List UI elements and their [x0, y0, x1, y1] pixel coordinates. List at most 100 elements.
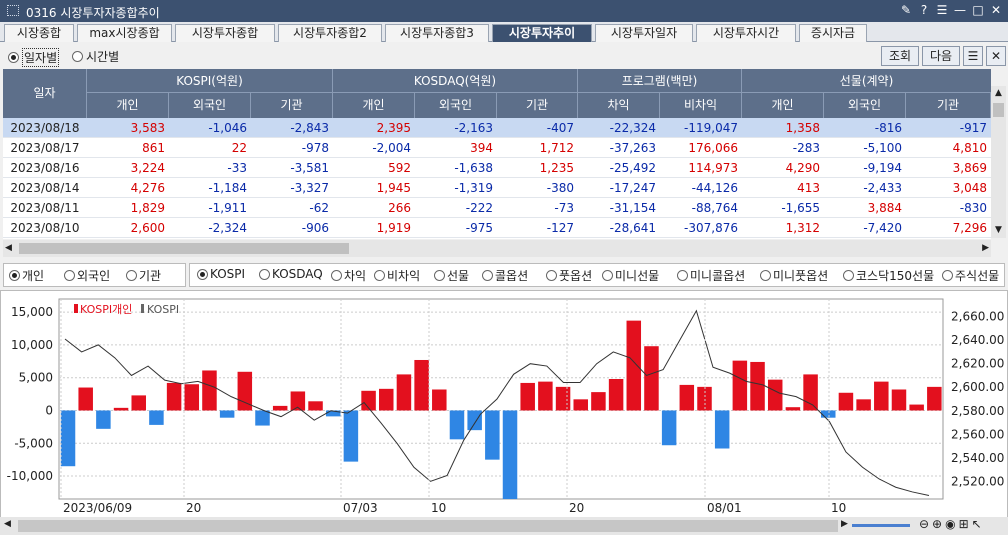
bar	[78, 387, 93, 411]
market-radio-0[interactable]: KOSPI	[197, 267, 245, 281]
market-radio-9[interactable]: 미니풋옵션	[760, 267, 828, 284]
pin-icon[interactable]: ✎	[898, 2, 914, 19]
window-menu-icon[interactable]	[7, 5, 19, 16]
options-bar	[0, 43, 1008, 68]
market-radio-2[interactable]: 차익	[331, 267, 366, 284]
value-cell: -28,641	[609, 221, 656, 235]
value-cell: 176,066	[688, 141, 738, 155]
value-cell: -407	[546, 121, 574, 135]
tab-market-invest2[interactable]: 시장투자종합2	[278, 24, 382, 42]
value-cell: 1,312	[785, 221, 820, 235]
right-tick-label: 2,580.00	[951, 404, 1004, 418]
bar	[732, 360, 748, 411]
right-tick-label: 2,620.00	[951, 357, 1004, 371]
market-radio-4[interactable]: 선물	[434, 267, 469, 284]
chart-scroll-thumb[interactable]	[18, 520, 838, 532]
table-row[interactable]: 2023/08/17 861 22 -978 -2,004 394 1,712 -37,263…	[3, 138, 991, 158]
market-radio-8[interactable]: 미니콜옵션	[677, 267, 745, 284]
market-radio-10[interactable]: 코스닥150선물	[843, 267, 934, 284]
query-button[interactable]: 조회	[881, 46, 919, 66]
bar	[821, 410, 836, 418]
bar	[608, 379, 624, 411]
chart-scroll-left-icon[interactable]: ◀	[4, 519, 11, 529]
investor-radio-institution[interactable]: 기관	[126, 267, 161, 284]
tab-market-trend[interactable]: 시장투자추이	[492, 24, 592, 42]
tab-market-funds[interactable]: 증시자금	[799, 24, 867, 42]
scroll-left-icon[interactable]: ◀	[5, 243, 12, 253]
bar	[113, 407, 129, 411]
list-icon[interactable]: ☰	[963, 46, 983, 66]
tab-market-date[interactable]: 시장투자일자	[595, 24, 693, 42]
tab-market-invest3[interactable]: 시장투자종합3	[385, 24, 489, 42]
left-tick-label: -5,000	[14, 436, 53, 450]
table-row[interactable]: 2023/08/10 2,600 -2,324 -906 1,919 -975 -127 -2…	[3, 218, 991, 238]
close-panel-icon[interactable]: ✕	[986, 46, 1006, 66]
market-radio-7[interactable]: 미니선물	[602, 267, 659, 284]
scroll-right-icon[interactable]: ▶	[982, 243, 989, 253]
value-cell: -906	[301, 221, 329, 235]
table-row[interactable]: 2023/08/11 1,829 -1,911 -62 266 -222 -73 -31,15…	[3, 198, 991, 218]
help-icon[interactable]: ?	[916, 2, 932, 19]
investor-radio-individual[interactable]: 개인	[9, 267, 44, 284]
x-tick-label: 10	[431, 501, 446, 515]
tab-market-time[interactable]: 시장투자시간	[696, 24, 796, 42]
grid-horizontal-scrollbar[interactable]: ◀ ▶	[3, 240, 991, 257]
tab-market-invest[interactable]: 시장투자종합	[175, 24, 275, 42]
date-cell: 2023/08/17	[10, 141, 80, 155]
bar	[591, 392, 606, 411]
value-cell: 3,224	[130, 161, 165, 175]
left-tick-label: -10,000	[7, 469, 53, 483]
minimize-icon[interactable]: —	[952, 2, 968, 19]
tab-market-summary[interactable]: 시장종합	[4, 24, 74, 42]
value-cell: -33	[227, 161, 247, 175]
value-cell: 1,712	[539, 141, 574, 155]
value-cell: 4,810	[952, 141, 987, 155]
value-cell: -1,638	[454, 161, 493, 175]
bar	[255, 410, 270, 426]
right-tick-label: 2,560.00	[951, 427, 1004, 441]
chart-scroll-right-icon[interactable]: ▶	[841, 519, 848, 529]
value-cell: -31,154	[609, 201, 656, 215]
daily-radio[interactable]: 일자별	[8, 48, 60, 67]
bar	[202, 370, 217, 411]
market-radio-1[interactable]: KOSDAQ	[259, 267, 323, 281]
bar	[60, 410, 76, 467]
zoom-slider[interactable]	[852, 524, 910, 527]
close-icon[interactable]: ✕	[988, 2, 1004, 19]
maximize-icon[interactable]: □	[970, 2, 986, 19]
value-cell: -25,492	[609, 161, 656, 175]
table-row[interactable]: 2023/08/14 4,276 -1,184 -3,327 1,945 -1,319 -3…	[3, 178, 991, 198]
next-button[interactable]: 다음	[922, 46, 960, 66]
market-radio-6[interactable]: 풋옵션	[546, 267, 592, 284]
hourly-radio[interactable]: 시간별	[72, 48, 119, 65]
bar	[449, 410, 465, 440]
title-bar: 0316 시장투자자종합추이 ✎ ? ☰ — □ ✕	[0, 0, 1008, 22]
settings-icon[interactable]: ☰	[934, 2, 950, 19]
scroll-down-icon[interactable]: ▼	[991, 223, 1006, 238]
market-radio-3[interactable]: 비차익	[374, 267, 420, 284]
table-row[interactable]: 2023/08/16 3,224 -33 -3,581 592 -1,638 1,235 -2…	[3, 158, 991, 178]
value-cell: 3,869	[952, 161, 987, 175]
value-cell: -816	[874, 121, 902, 135]
scroll-up-icon[interactable]: ▲	[991, 86, 1006, 101]
table-row[interactable]: 2023/08/18 3,583 -1,046 -2,843 2,395 -2,163 -4…	[3, 118, 991, 138]
value-cell: 1,945	[376, 181, 411, 195]
grid-vertical-scrollbar[interactable]: ▲ ▼	[991, 86, 1006, 238]
value-cell: -1,655	[781, 201, 820, 215]
value-cell: 592	[388, 161, 411, 175]
value-cell: -1,319	[454, 181, 493, 195]
value-cell: 114,973	[688, 161, 738, 175]
value-cell: 394	[470, 141, 493, 155]
value-cell: -3,581	[290, 161, 329, 175]
market-radio-11[interactable]: 주식선물	[942, 267, 999, 284]
date-cell: 2023/08/14	[10, 181, 80, 195]
tab-max-market[interactable]: max시장종합	[77, 24, 172, 42]
market-radio-5[interactable]: 콜옵션	[482, 267, 528, 284]
value-cell: 1,358	[785, 121, 820, 135]
value-cell: -88,764	[691, 201, 738, 215]
value-cell: 2,395	[376, 121, 411, 135]
zoom-tools[interactable]: ⊖⊕◉⊞↖	[919, 517, 985, 531]
investor-radio-foreign[interactable]: 외국인	[64, 267, 110, 284]
data-grid: 일자 KOSPI(억원) KOSDAQ(억원) 프로그램(백만) 선물(계약) …	[3, 69, 991, 239]
window-title: 0316 시장투자자종합추이	[26, 6, 160, 20]
